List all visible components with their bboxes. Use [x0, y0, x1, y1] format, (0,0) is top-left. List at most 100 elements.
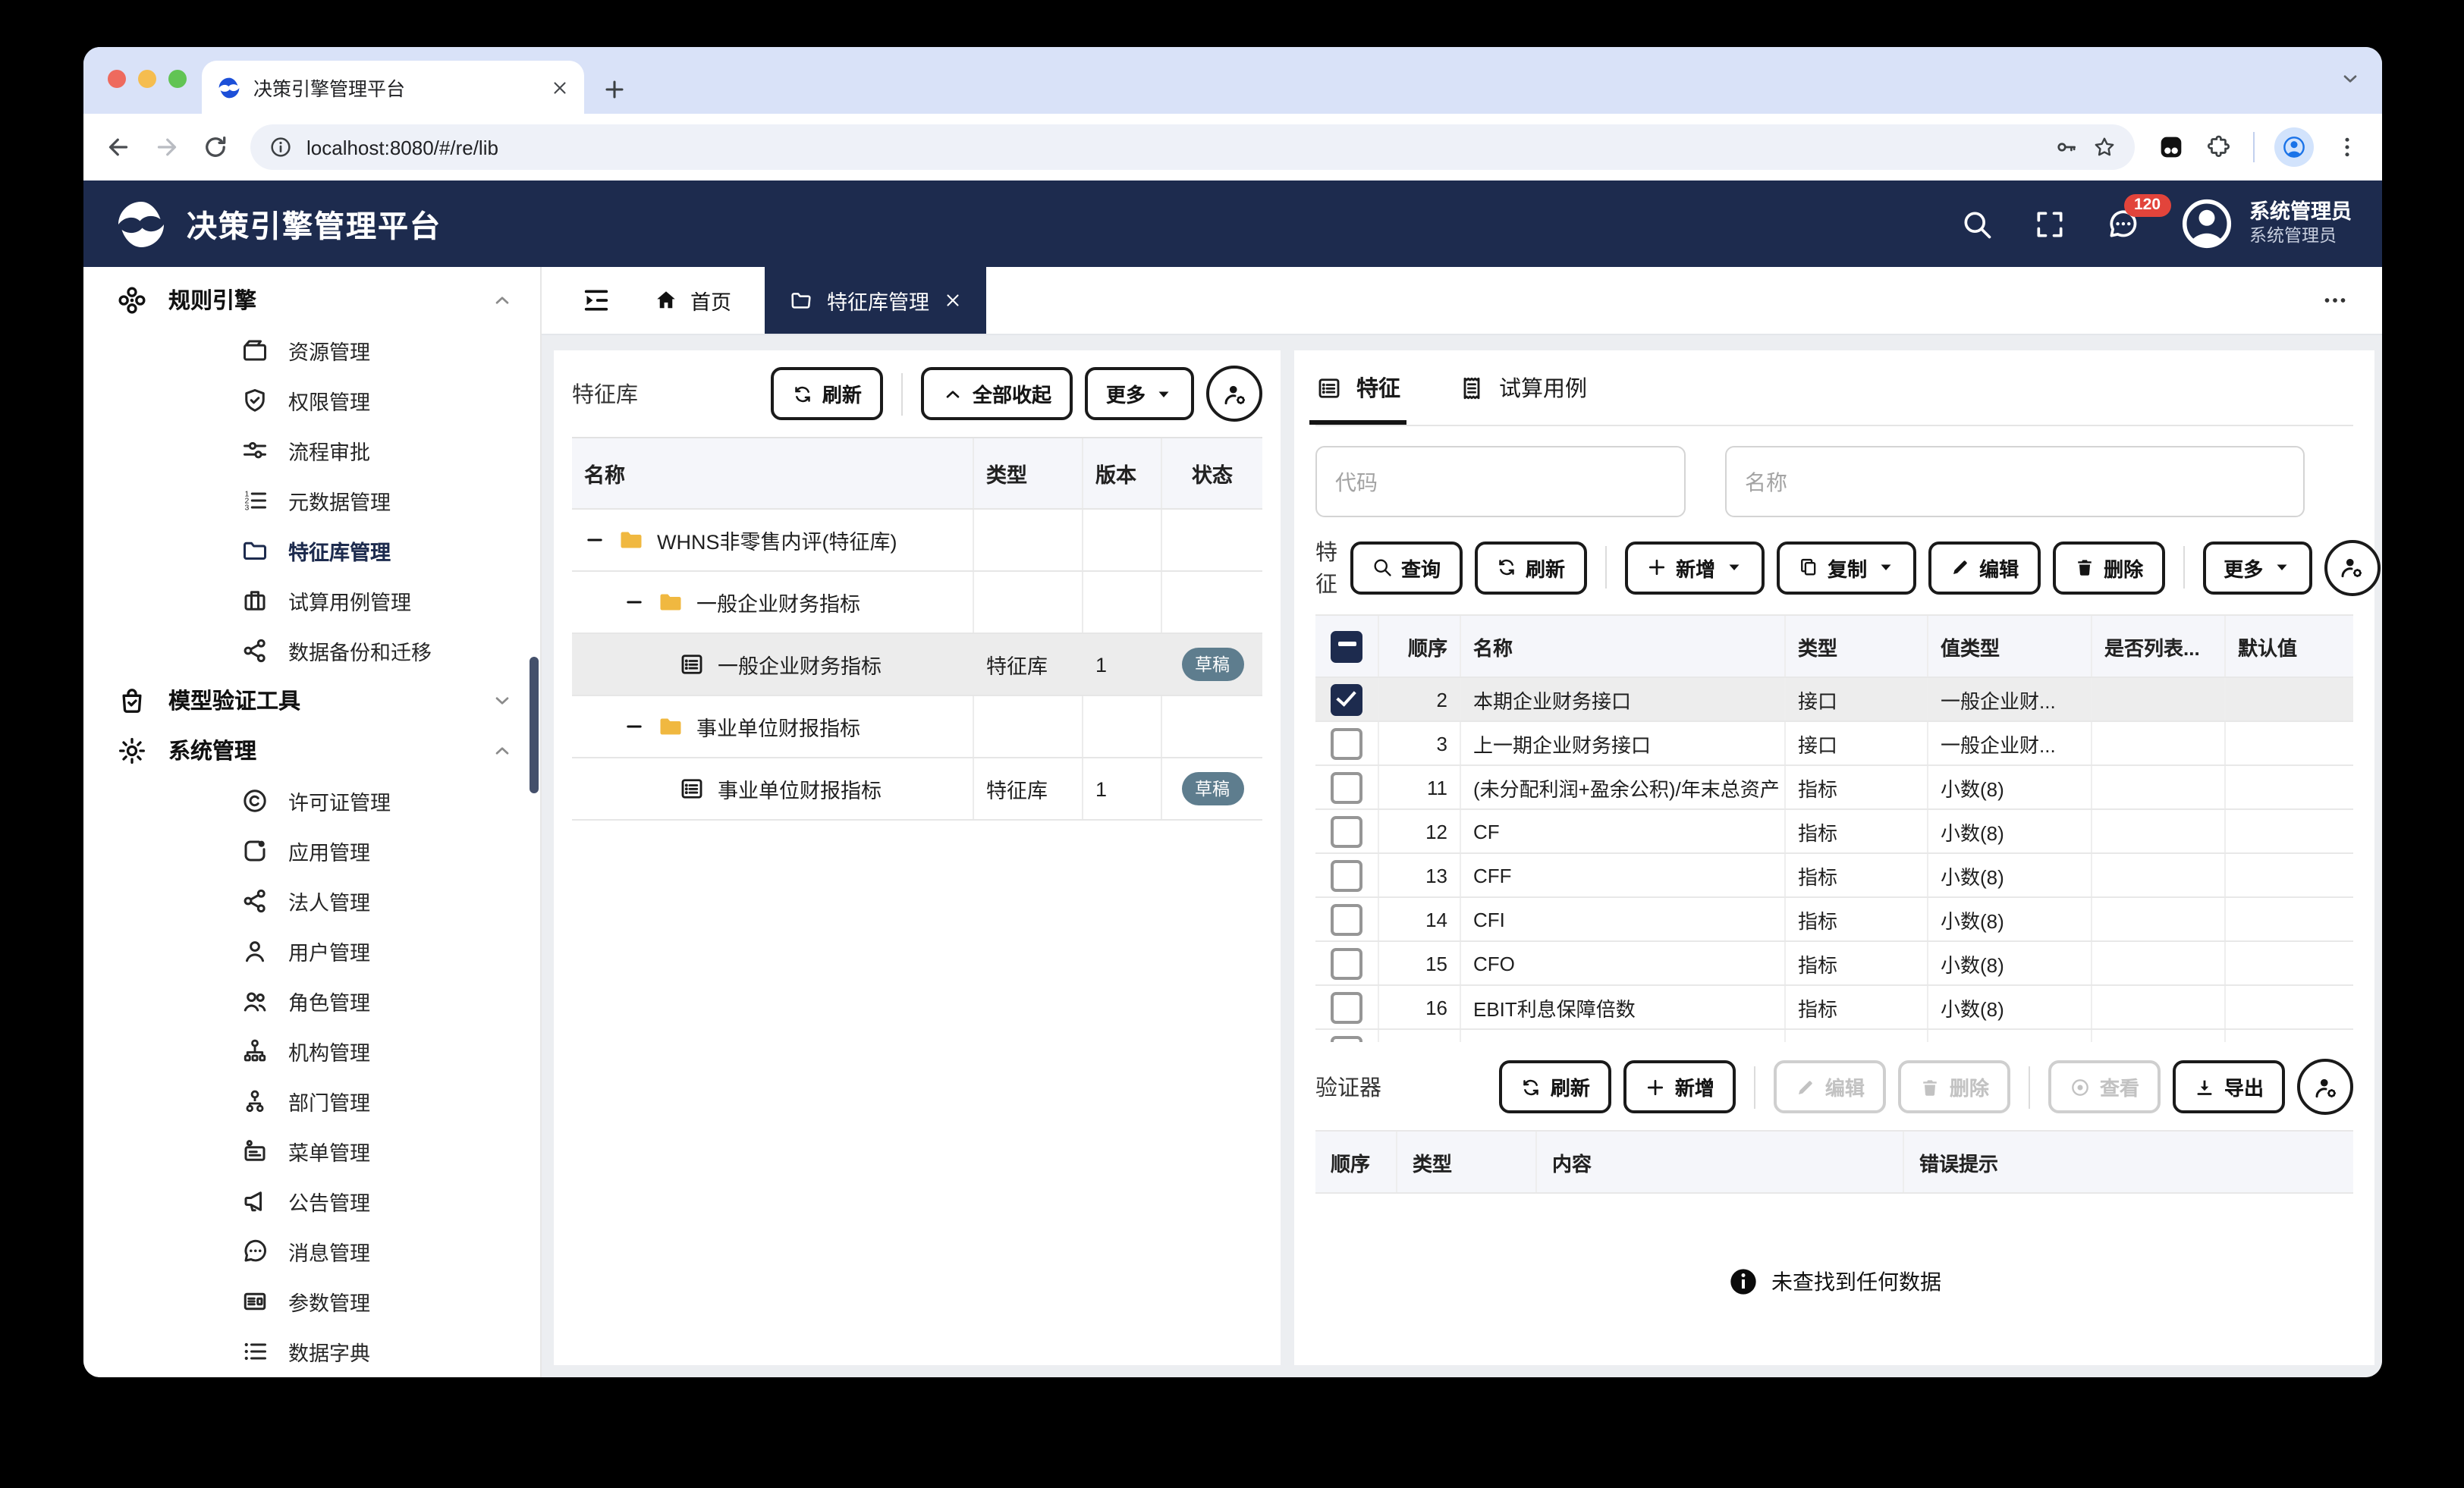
sidebar-item-menu-mgmt[interactable]: 菜单管理 [83, 1125, 540, 1176]
url-text[interactable]: localhost:8080/#/re/lib [306, 136, 2041, 159]
sidebar-item-params-mgmt[interactable]: 参数管理 [83, 1276, 540, 1326]
new-tab-button[interactable] [602, 77, 627, 102]
back-button[interactable] [105, 133, 132, 161]
tab-close-icon[interactable] [551, 78, 569, 96]
sidebar-item-message-mgmt[interactable]: 消息管理 [83, 1226, 540, 1276]
sidebar-item-user-mgmt[interactable]: 用户管理 [83, 925, 540, 975]
feature-row[interactable]: 14 CFI 指标 小数(8) [1315, 898, 2353, 942]
sidebar-item-legal-person[interactable]: 法人管理 [83, 875, 540, 925]
copy-button[interactable]: 复制 [1776, 541, 1916, 594]
row-checkbox[interactable] [1331, 727, 1362, 759]
validator-refresh-button[interactable]: 刷新 [1499, 1060, 1611, 1113]
row-checkbox[interactable] [1331, 1035, 1362, 1042]
tab-feature-lib-active[interactable]: 特征库管理 [765, 267, 985, 334]
row-checkbox[interactable] [1331, 815, 1362, 847]
menu-fold-icon[interactable] [581, 285, 611, 315]
feature-row[interactable]: 3 上一期企业财务接口 接口 一般企业财... [1315, 722, 2353, 766]
validator-column-settings-button[interactable] [2297, 1059, 2353, 1115]
validator-export-button[interactable]: 导出 [2173, 1060, 2285, 1113]
browser-profile-avatar[interactable] [2274, 127, 2314, 167]
sidebar-item-i18n[interactable]: 国际化多语言 [83, 1376, 540, 1377]
tree-row[interactable]: 事业单位财报指标 特征库 1 草稿 [572, 758, 1262, 821]
tab-home[interactable]: 首页 [654, 285, 731, 315]
sidebar-item-application[interactable]: 应用管理 [83, 825, 540, 875]
row-checkbox[interactable] [1331, 991, 1362, 1023]
collapse-toggle-icon[interactable] [584, 529, 605, 551]
tree-row-selected[interactable]: 一般企业财务指标 特征库 1 草稿 [572, 634, 1262, 696]
select-all-checkbox[interactable] [1331, 630, 1362, 662]
sidebar-group-system[interactable]: 系统管理 [83, 725, 540, 775]
minimize-window-button[interactable] [138, 70, 156, 88]
extensions-puzzle-icon[interactable] [2206, 133, 2233, 161]
tree-more-button[interactable]: 更多 [1085, 367, 1194, 420]
sidebar-item-trial-case[interactable]: 试算用例管理 [83, 575, 540, 625]
feature-row[interactable]: 11 (未分配利润+盈余公积)/年末总资产 指标 小数(8) [1315, 766, 2353, 810]
feature-row[interactable]: 16 EBIT利息保障倍数 指标 小数(8) [1315, 986, 2353, 1030]
validator-delete-button[interactable]: 删除 [1898, 1060, 2010, 1113]
validator-add-button[interactable]: 新增 [1623, 1060, 1736, 1113]
sidebar-item-process-approval[interactable]: 流程审批 [83, 425, 540, 475]
sidebar-group-rule-engine[interactable]: 规则引擎 [83, 275, 540, 325]
tree-row[interactable]: WHNS非零售内评(特征库) [572, 510, 1262, 572]
sidebar-item-role-mgmt[interactable]: 角色管理 [83, 975, 540, 1025]
bookmark-star-icon[interactable] [2092, 135, 2117, 159]
tab-more-options-icon[interactable] [2321, 287, 2349, 314]
tree-column-settings-button[interactable] [1206, 366, 1262, 422]
tab-feature[interactable]: 特征 [1315, 350, 1400, 425]
sidebar-item-data-dict[interactable]: 数据字典 [83, 1326, 540, 1376]
site-info-icon[interactable] [269, 135, 293, 159]
sidebar-scrollbar-thumb[interactable] [530, 657, 539, 793]
feature-more-button[interactable]: 更多 [2202, 541, 2312, 594]
feature-row[interactable]: 17 EBIT利息保障倍数增长率 指标 小数(8) [1315, 1030, 2353, 1042]
maximize-window-button[interactable] [168, 70, 187, 88]
sidebar-item-resource[interactable]: 资源管理 [83, 325, 540, 375]
sidebar-item-permission[interactable]: 权限管理 [83, 375, 540, 425]
collapse-toggle-icon[interactable] [624, 716, 645, 737]
darkreader-extension-icon[interactable] [2156, 132, 2186, 162]
tree-refresh-button[interactable]: 刷新 [771, 367, 883, 420]
feature-row[interactable]: 12 CF 指标 小数(8) [1315, 810, 2353, 854]
row-checkbox[interactable] [1331, 947, 1362, 979]
feature-column-settings-button[interactable] [2324, 539, 2380, 595]
sidebar-group-model-validation[interactable]: 模型验证工具 [83, 675, 540, 725]
validator-edit-button[interactable]: 编辑 [1774, 1060, 1886, 1113]
validator-view-button[interactable]: 查看 [2048, 1060, 2161, 1113]
messages-button[interactable]: 120 [2105, 207, 2139, 240]
delete-button[interactable]: 删除 [2052, 541, 2164, 594]
sidebar-item-dept-mgmt[interactable]: 部门管理 [83, 1075, 540, 1125]
close-window-button[interactable] [108, 70, 126, 88]
row-checkbox[interactable] [1331, 771, 1362, 803]
query-button[interactable]: 查询 [1350, 541, 1462, 594]
feature-row[interactable]: 13 CFF 指标 小数(8) [1315, 854, 2353, 898]
sidebar-item-metadata[interactable]: 元数据管理 [83, 475, 540, 525]
close-icon[interactable] [943, 291, 961, 309]
browser-tab[interactable]: 决策引擎管理平台 [202, 61, 584, 114]
edit-button[interactable]: 编辑 [1928, 541, 2040, 594]
fullscreen-icon[interactable] [2032, 207, 2066, 240]
search-icon[interactable] [1960, 207, 1993, 240]
address-bar[interactable]: localhost:8080/#/re/lib [250, 124, 2135, 170]
feature-row[interactable]: 15 CFO 指标 小数(8) [1315, 942, 2353, 986]
sidebar-item-license[interactable]: 许可证管理 [83, 775, 540, 825]
sidebar-item-org-mgmt[interactable]: 机构管理 [83, 1025, 540, 1075]
password-key-icon[interactable] [2054, 135, 2079, 159]
user-menu[interactable]: 系统管理员 系统管理员 [2178, 196, 2352, 252]
browser-menu-icon[interactable] [2334, 133, 2361, 161]
feature-refresh-button[interactable]: 刷新 [1474, 541, 1586, 594]
feature-row[interactable]: 2 本期企业财务接口 接口 一般企业财... [1315, 678, 2353, 722]
add-button[interactable]: 新增 [1624, 541, 1764, 594]
row-checkbox[interactable] [1331, 683, 1362, 715]
forward-button[interactable] [153, 133, 181, 161]
tab-search-chevron-icon[interactable] [2340, 68, 2361, 89]
row-checkbox[interactable] [1331, 903, 1362, 935]
collapse-all-button[interactable]: 全部收起 [921, 367, 1073, 420]
sidebar-item-backup-migration[interactable]: 数据备份和迁移 [83, 625, 540, 675]
sidebar-item-feature-lib[interactable]: 特征库管理 [83, 525, 540, 575]
reload-button[interactable] [202, 133, 229, 161]
sidebar-item-announcement[interactable]: 公告管理 [83, 1176, 540, 1226]
tree-row[interactable]: 一般企业财务指标 [572, 572, 1262, 634]
row-checkbox[interactable] [1331, 859, 1362, 891]
code-filter-input[interactable] [1315, 446, 1686, 517]
collapse-toggle-icon[interactable] [624, 592, 645, 613]
tree-row[interactable]: 事业单位财报指标 [572, 696, 1262, 758]
